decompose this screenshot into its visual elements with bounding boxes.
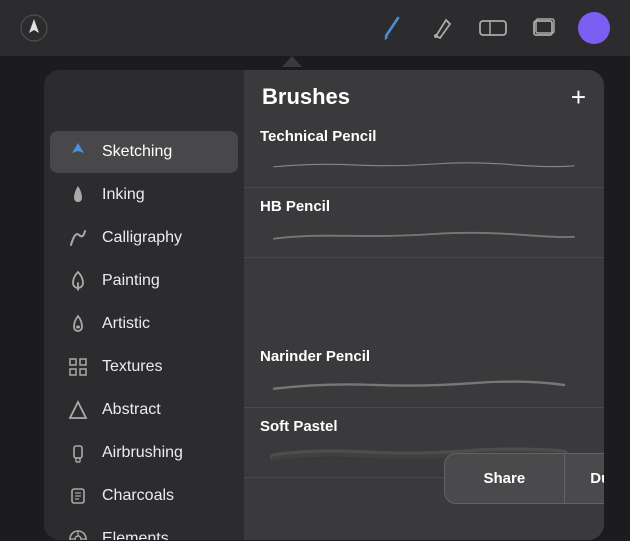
share-button[interactable]: Share (445, 454, 565, 503)
textures-icon (66, 356, 90, 378)
sidebar-label-painting: Painting (102, 272, 160, 290)
sidebar-label-abstract: Abstract (102, 401, 161, 419)
brush-name-hb-pencil: HB Pencil (260, 198, 588, 215)
sidebar-item-textures[interactable]: Textures (50, 346, 238, 388)
main-content: Sketching Inking Calligraphy (0, 56, 630, 541)
topbar-tool-icons (378, 12, 610, 44)
brush-list: Brushes + Technical Pencil HB Pencil (244, 70, 604, 540)
sidebar-label-calligraphy: Calligraphy (102, 229, 182, 247)
sidebar-item-abstract[interactable]: Abstract (50, 389, 238, 431)
sidebar-item-calligraphy[interactable]: Calligraphy (50, 217, 238, 259)
brush-item-hb-pencil[interactable]: HB Pencil (244, 188, 604, 258)
artistic-icon (66, 313, 90, 335)
navigate-icon[interactable] (20, 14, 48, 42)
sidebar-item-inking[interactable]: Inking (50, 174, 238, 216)
layers-tool-icon[interactable] (530, 15, 556, 41)
pen-tool-icon[interactable] (428, 14, 456, 42)
brush-stroke-hb-pencil (260, 219, 588, 249)
sidebar-label-charcoals: Charcoals (102, 487, 174, 505)
sidebar-item-airbrushing[interactable]: Airbrushing (50, 432, 238, 474)
brushes-panel: Sketching Inking Calligraphy (44, 70, 604, 540)
eraser-tool-icon[interactable] (478, 17, 508, 39)
sidebar-item-charcoals[interactable]: Charcoals (50, 475, 238, 517)
sidebar-item-elements[interactable]: Elements (50, 518, 238, 540)
add-brush-button[interactable]: + (571, 84, 586, 110)
sidebar-label-airbrushing: Airbrushing (102, 444, 183, 462)
action-buttons-bar: Share Duplicate Reset (444, 453, 604, 504)
avatar[interactable] (578, 12, 610, 44)
panel-arrow (282, 56, 302, 67)
brush-name-technical-pencil: Technical Pencil (260, 128, 588, 145)
duplicate-button[interactable]: Duplicate (565, 454, 604, 503)
sidebar-item-painting[interactable]: Painting (50, 260, 238, 302)
sketching-icon (66, 141, 90, 163)
brushes-title: Brushes (262, 84, 350, 110)
airbrushing-icon (66, 442, 90, 464)
sidebar-item-sketching[interactable]: Sketching (50, 131, 238, 173)
elements-icon (66, 528, 90, 540)
brush-item-narinder-pencil[interactable]: Narinder Pencil (244, 338, 604, 408)
sidebar-label-sketching: Sketching (102, 143, 172, 161)
inking-icon (66, 184, 90, 206)
brush-stroke-narinder-pencil (260, 369, 588, 399)
brush-stroke-technical-pencil (260, 149, 588, 179)
brush-name-soft-pastel: Soft Pastel (260, 418, 588, 435)
sidebar-label-elements: Elements (102, 530, 169, 540)
brush-item-technical-pencil[interactable]: Technical Pencil (244, 118, 604, 188)
abstract-icon (66, 399, 90, 421)
brush-name-narinder-pencil: Narinder Pencil (260, 348, 588, 365)
sidebar-item-artistic[interactable]: Artistic (50, 303, 238, 345)
topbar (0, 0, 630, 56)
sidebar: Sketching Inking Calligraphy (44, 70, 244, 540)
charcoals-icon (66, 485, 90, 507)
sidebar-label-artistic: Artistic (102, 315, 150, 333)
brush-tool-icon[interactable] (378, 14, 406, 42)
calligraphy-icon (66, 227, 90, 249)
sidebar-label-inking: Inking (102, 186, 145, 204)
sidebar-label-textures: Textures (102, 358, 162, 376)
topbar-left (20, 14, 48, 42)
painting-icon (66, 270, 90, 292)
brush-list-header: Brushes + (244, 70, 604, 118)
